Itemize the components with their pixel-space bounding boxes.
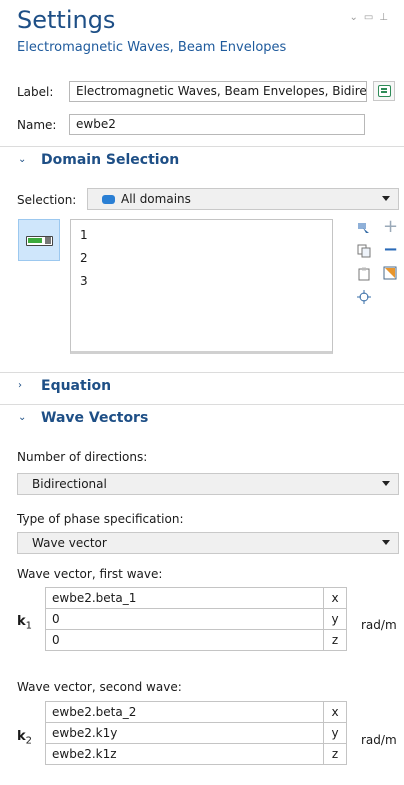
k2z-input[interactable]: ewbe2.k1z: [45, 743, 324, 765]
paste-selection-icon[interactable]: [357, 221, 371, 235]
selection-label: Selection:: [17, 193, 77, 207]
component-label: y: [323, 608, 347, 630]
dropdown-arrow-icon: [382, 481, 390, 486]
k1z-input[interactable]: 0: [45, 629, 324, 651]
copy-selection-icon[interactable]: [357, 244, 371, 258]
first-wave-label: Wave vector, first wave:: [17, 567, 163, 581]
edit-label-button[interactable]: [373, 81, 395, 101]
clipboard-icon[interactable]: [357, 267, 371, 281]
component-label: x: [323, 701, 347, 723]
dropdown-arrow-icon: [382, 540, 390, 545]
chevron-right-icon: ›: [18, 380, 22, 391]
chevron-down-icon: ⌄: [18, 412, 27, 423]
k2-unit: rad/m: [361, 733, 397, 747]
window-subtitle: Electromagnetic Waves, Beam Envelopes: [17, 40, 287, 55]
label-input[interactable]: Electromagnetic Waves, Beam Envelopes, B…: [69, 81, 367, 102]
num-directions-label: Number of directions:: [17, 450, 148, 464]
component-label: z: [323, 629, 347, 651]
component-label: x: [323, 587, 347, 609]
wave-vectors-header[interactable]: ⌄ Wave Vectors: [0, 404, 404, 432]
selection-dropdown[interactable]: All domains: [87, 188, 399, 210]
window-title: Settings: [17, 6, 116, 34]
first-wave-table: ewbe2.beta_1 x 0 y 0 z: [45, 587, 347, 651]
phase-spec-dropdown[interactable]: Wave vector: [17, 532, 399, 554]
phase-spec-label: Type of phase specification:: [17, 512, 184, 526]
component-label: z: [323, 743, 347, 765]
domain-group-icon: [102, 195, 115, 204]
window-controls: ⌄▭⊥: [349, 12, 394, 23]
table-row: ewbe2.k1y y: [45, 722, 347, 744]
k1y-input[interactable]: 0: [45, 608, 324, 630]
remove-icon[interactable]: −: [383, 241, 398, 259]
k1x-input[interactable]: ewbe2.beta_1: [45, 587, 324, 609]
zoom-to-selection-icon[interactable]: [357, 290, 371, 304]
edit-text-icon: [378, 85, 391, 97]
chevron-down-icon[interactable]: ⌄: [349, 12, 363, 23]
domain-list[interactable]: 1 2 3: [70, 219, 333, 354]
clear-selection-icon[interactable]: [383, 266, 397, 280]
maximize-icon[interactable]: ▭: [364, 12, 379, 23]
component-label: y: [323, 722, 347, 744]
add-icon[interactable]: +: [383, 218, 398, 236]
table-row: ewbe2.beta_1 x: [45, 587, 347, 609]
table-row: ewbe2.k1z z: [45, 743, 347, 765]
list-item[interactable]: 3: [80, 274, 88, 288]
active-toggle-button[interactable]: [18, 219, 60, 261]
k2-symbol: k2: [17, 729, 33, 747]
second-wave-table: ewbe2.beta_2 x ewbe2.k1y y ewbe2.k1z z: [45, 701, 347, 765]
list-item[interactable]: 2: [80, 251, 88, 265]
equation-header[interactable]: › Equation: [0, 372, 404, 400]
pin-icon[interactable]: ⊥: [379, 12, 394, 23]
table-row: 0 z: [45, 629, 347, 651]
k1-symbol: k1: [17, 614, 33, 632]
table-row: 0 y: [45, 608, 347, 630]
name-input[interactable]: ewbe2: [69, 114, 365, 135]
dropdown-arrow-icon: [382, 196, 390, 201]
k2x-input[interactable]: ewbe2.beta_2: [45, 701, 324, 723]
k2y-input[interactable]: ewbe2.k1y: [45, 722, 324, 744]
second-wave-label: Wave vector, second wave:: [17, 680, 182, 694]
num-directions-dropdown[interactable]: Bidirectional: [17, 473, 399, 495]
toggle-switch-icon: [26, 236, 53, 246]
k1-unit: rad/m: [361, 618, 397, 632]
label-field-label: Label:: [17, 85, 54, 99]
list-item[interactable]: 1: [80, 228, 88, 242]
domain-selection-header[interactable]: ⌄ Domain Selection: [0, 146, 404, 174]
table-row: ewbe2.beta_2 x: [45, 701, 347, 723]
chevron-down-icon: ⌄: [18, 154, 27, 165]
name-field-label: Name:: [17, 118, 57, 132]
